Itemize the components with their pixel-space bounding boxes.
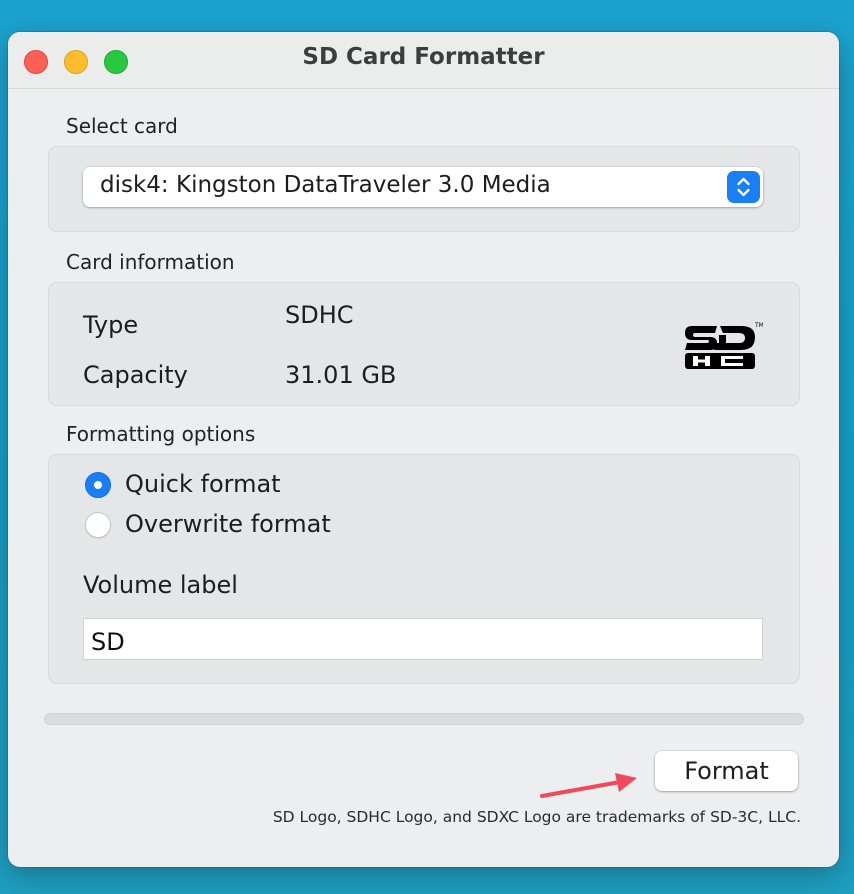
select-card-label: Select card bbox=[66, 114, 178, 138]
card-information-label: Card information bbox=[66, 250, 235, 274]
select-card-panel: disk4: Kingston DataTraveler 3.0 Media bbox=[48, 146, 800, 232]
volume-label-input[interactable] bbox=[83, 618, 763, 660]
capacity-value: 31.01 GB bbox=[285, 361, 397, 389]
dropdown-stepper-icon[interactable] bbox=[727, 171, 760, 203]
overwrite-format-label[interactable]: Overwrite format bbox=[125, 510, 331, 538]
card-information-panel: Type SDHC Capacity 31.01 GB TM bbox=[48, 282, 800, 406]
sdhc-logo-icon: TM bbox=[683, 321, 764, 373]
annotation-arrow-icon bbox=[540, 773, 637, 798]
title-bar: SD Card Formatter bbox=[8, 32, 839, 89]
window-title: SD Card Formatter bbox=[302, 44, 545, 70]
quick-format-label[interactable]: Quick format bbox=[125, 470, 281, 498]
quick-format-radio[interactable] bbox=[85, 472, 111, 498]
format-progress-bar bbox=[44, 713, 804, 725]
format-button[interactable]: Format bbox=[655, 751, 798, 791]
card-select-dropdown[interactable]: disk4: Kingston DataTraveler 3.0 Media bbox=[83, 167, 763, 207]
capacity-key: Capacity bbox=[83, 361, 188, 389]
sd-card-formatter-window: SD Card Formatter Select card disk4: Kin… bbox=[8, 32, 839, 867]
overwrite-format-radio[interactable] bbox=[85, 512, 111, 538]
svg-text:TM: TM bbox=[754, 322, 763, 329]
volume-label-heading: Volume label bbox=[83, 571, 238, 599]
type-value: SDHC bbox=[285, 301, 354, 329]
card-select-value: disk4: Kingston DataTraveler 3.0 Media bbox=[100, 172, 551, 198]
trademark-notice: SD Logo, SDHC Logo, and SDXC Logo are tr… bbox=[272, 808, 801, 826]
type-key: Type bbox=[83, 311, 139, 339]
formatting-options-panel: Quick format Overwrite format Volume lab… bbox=[48, 454, 800, 684]
formatting-options-label: Formatting options bbox=[66, 422, 256, 446]
